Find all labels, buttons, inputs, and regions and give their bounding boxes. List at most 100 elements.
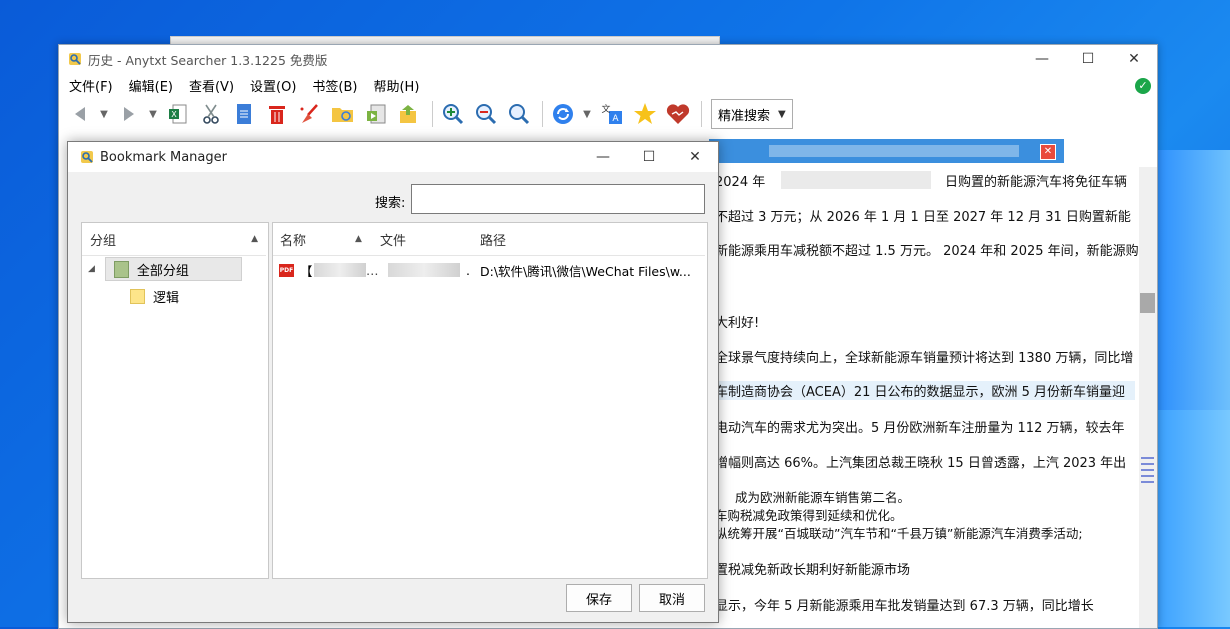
bookmark-file: . <box>466 262 470 278</box>
tree-item-all-groups[interactable]: ◢ 全部分组 <box>88 257 242 281</box>
dialog-maximize-button[interactable]: ☐ <box>626 142 672 172</box>
blurred-tab-title <box>769 145 1019 157</box>
refresh-icon[interactable] <box>548 99 578 129</box>
toolbar: ▼ ▼ X ▼ A文 精准搜索 ▼ <box>59 97 1157 131</box>
column-header-file[interactable]: 文件 <box>380 230 406 249</box>
menu-settings[interactable]: 设置(O) <box>244 76 306 95</box>
groups-column-header[interactable]: 分组 ▲ <box>82 223 266 256</box>
doc-line: 车购税减免政策得到延续和优化。 <box>715 508 903 523</box>
anytxt-app-icon <box>81 151 93 163</box>
refresh-dropdown-icon[interactable]: ▼ <box>581 99 593 129</box>
bookmark-search-input[interactable] <box>411 184 705 214</box>
copy-document-icon[interactable] <box>229 99 259 129</box>
cancel-button[interactable]: 取消 <box>639 584 705 612</box>
export-icon[interactable] <box>394 99 424 129</box>
scrollbar-thumb[interactable] <box>1140 293 1155 313</box>
doc-line: 纵统筹开展“百城联动”汽车节和“千县万镇”新能源汽车消费季活动; <box>715 526 1083 541</box>
translate-icon[interactable]: A文 <box>597 99 627 129</box>
column-header-path[interactable]: 路径 <box>480 230 506 249</box>
minimize-button[interactable]: — <box>1019 45 1065 73</box>
svg-text:X: X <box>171 110 177 119</box>
chevron-down-icon: ▼ <box>778 108 786 120</box>
sort-ascending-icon: ▲ <box>251 234 258 244</box>
doc-line: 显示，今年 5 月新能源乘用车批发销量达到 67.3 万辆，同比增长 <box>715 599 1094 614</box>
dialog-close-button[interactable]: ✕ <box>672 142 718 172</box>
import-icon[interactable] <box>361 99 391 129</box>
doc-line: 置税减免新政长期利好新能源市场 <box>715 563 911 578</box>
svg-text:文: 文 <box>601 103 610 115</box>
doc-line-highlighted: 车制造商协会（ACEA）21 日公布的数据显示，欧洲 5 月份新车销量迎 <box>709 381 1135 400</box>
search-mode-select[interactable]: 精准搜索 ▼ <box>711 99 793 129</box>
blurred-text <box>781 171 931 189</box>
doc-line: 成为欧洲新能源车销售第二名。 <box>735 490 911 505</box>
tree-item-logic[interactable]: 逻辑 <box>130 285 179 307</box>
toolbar-separator <box>701 101 702 127</box>
menu-file[interactable]: 文件(F) <box>63 76 123 95</box>
blurred-name <box>314 263 366 277</box>
search-mode-value: 精准搜索 <box>718 108 771 124</box>
blurred-file <box>388 263 460 277</box>
donate-heart-icon[interactable] <box>663 99 693 129</box>
doc-line: 增幅则高达 66%。上汽集团总裁王晓秋 15 日曾透露，上汽 2023 年出 <box>715 456 1127 471</box>
document-preview: 2024 年 日购置的新能源汽车将免征车辆 不超过 3 万元；从 2026 年 … <box>709 167 1139 628</box>
close-button[interactable]: ✕ <box>1111 45 1157 73</box>
save-button[interactable]: 保存 <box>566 584 632 612</box>
anytxt-app-icon <box>69 53 81 65</box>
column-header-name[interactable]: 名称 <box>280 230 306 249</box>
status-ok-icon: ✓ <box>1135 78 1151 94</box>
dialog-minimize-button[interactable]: — <box>580 142 626 172</box>
excel-export-icon[interactable]: X <box>163 99 193 129</box>
bookmark-manager-dialog: Bookmark Manager — ☐ ✕ 搜索: 分组 ▲ ◢ 全部分组 逻… <box>67 141 719 623</box>
back-dropdown-icon[interactable]: ▼ <box>98 99 110 129</box>
svg-text:A: A <box>612 114 619 124</box>
main-titlebar: 历史 - Anytxt Searcher 1.3.1225 免费版 — ☐ ✕ <box>59 45 1157 73</box>
toolbar-separator <box>542 101 543 127</box>
bookmarks-header-row: 名称 ▲ 文件 路径 <box>273 223 705 256</box>
back-icon[interactable] <box>65 99 95 129</box>
doc-line: 大利好! <box>715 316 760 331</box>
search-label: 搜索: <box>375 196 406 211</box>
document-tab[interactable]: ✕ <box>709 139 1064 163</box>
doc-line: 电动汽车的需求尤为突出。5 月份欧洲新车注册量为 112 万辆，较去年 <box>715 421 1125 436</box>
doc-line: 不超过 3 万元；从 2026 年 1 月 1 日至 2027 年 12 月 3… <box>715 210 1131 225</box>
dialog-title: Bookmark Manager <box>100 149 227 165</box>
tree-item-selected: 全部分组 <box>104 257 242 281</box>
delete-icon[interactable] <box>262 99 292 129</box>
doc-line: 全球景气度持续向上，全球新能源车销量预计将达到 1380 万辆，同比增 <box>715 351 1134 366</box>
groups-panel: 分组 ▲ ◢ 全部分组 逻辑 <box>81 222 269 579</box>
bookmark-path: D:\软件\腾讯\微信\WeChat Files\w... <box>480 263 691 279</box>
doc-line: 新能源乘用车减税额不超过 1.5 万元。 2024 年和 2025 年间，新能源… <box>715 244 1139 259</box>
forward-dropdown-icon[interactable]: ▼ <box>147 99 159 129</box>
sort-ascending-icon: ▲ <box>355 234 362 244</box>
pdf-file-icon: PDF <box>279 263 294 277</box>
zoom-in-icon[interactable] <box>438 99 468 129</box>
maximize-button[interactable]: ☐ <box>1065 45 1111 73</box>
zoom-out-icon[interactable] <box>471 99 501 129</box>
star-icon[interactable] <box>630 99 660 129</box>
close-tab-icon[interactable]: ✕ <box>1040 144 1056 160</box>
desktop-wallpaper-light <box>1155 410 1230 627</box>
open-folder-icon[interactable] <box>328 99 358 129</box>
menu-bookmarks[interactable]: 书签(B) <box>306 76 367 95</box>
group-folder-icon <box>113 260 129 278</box>
main-window-title: 历史 - Anytxt Searcher 1.3.1225 免费版 <box>88 52 328 68</box>
expand-arrow-icon[interactable]: ◢ <box>88 264 95 274</box>
toolbar-separator <box>432 101 433 127</box>
bookmarks-panel: 名称 ▲ 文件 路径 PDF 【 … . D:\软件\腾讯\微信\WeChat … <box>272 222 708 579</box>
menu-edit[interactable]: 编辑(E) <box>123 76 183 95</box>
doc-line: 日购置的新能源汽车将免征车辆 <box>945 175 1128 190</box>
tree-item-label: 逻辑 <box>153 290 180 306</box>
document-scrollbar[interactable] <box>1139 167 1157 628</box>
cut-icon[interactable] <box>196 99 226 129</box>
groups-header-label: 分组 <box>90 233 117 249</box>
menu-view[interactable]: 查看(V) <box>183 76 244 95</box>
menu-help[interactable]: 帮助(H) <box>367 76 429 95</box>
tree-item-label: 全部分组 <box>136 263 189 279</box>
table-row[interactable]: PDF 【 … . D:\软件\腾讯\微信\WeChat Files\w... <box>273 258 705 282</box>
dialog-titlebar: Bookmark Manager — ☐ ✕ <box>68 142 718 172</box>
clean-icon[interactable] <box>295 99 325 129</box>
search-icon[interactable] <box>504 99 534 129</box>
forward-icon[interactable] <box>114 99 144 129</box>
menubar: 文件(F) 编辑(E) 查看(V) 设置(O) 书签(B) 帮助(H) ✓ <box>59 73 1157 97</box>
bookmark-name: 【 <box>300 263 313 279</box>
